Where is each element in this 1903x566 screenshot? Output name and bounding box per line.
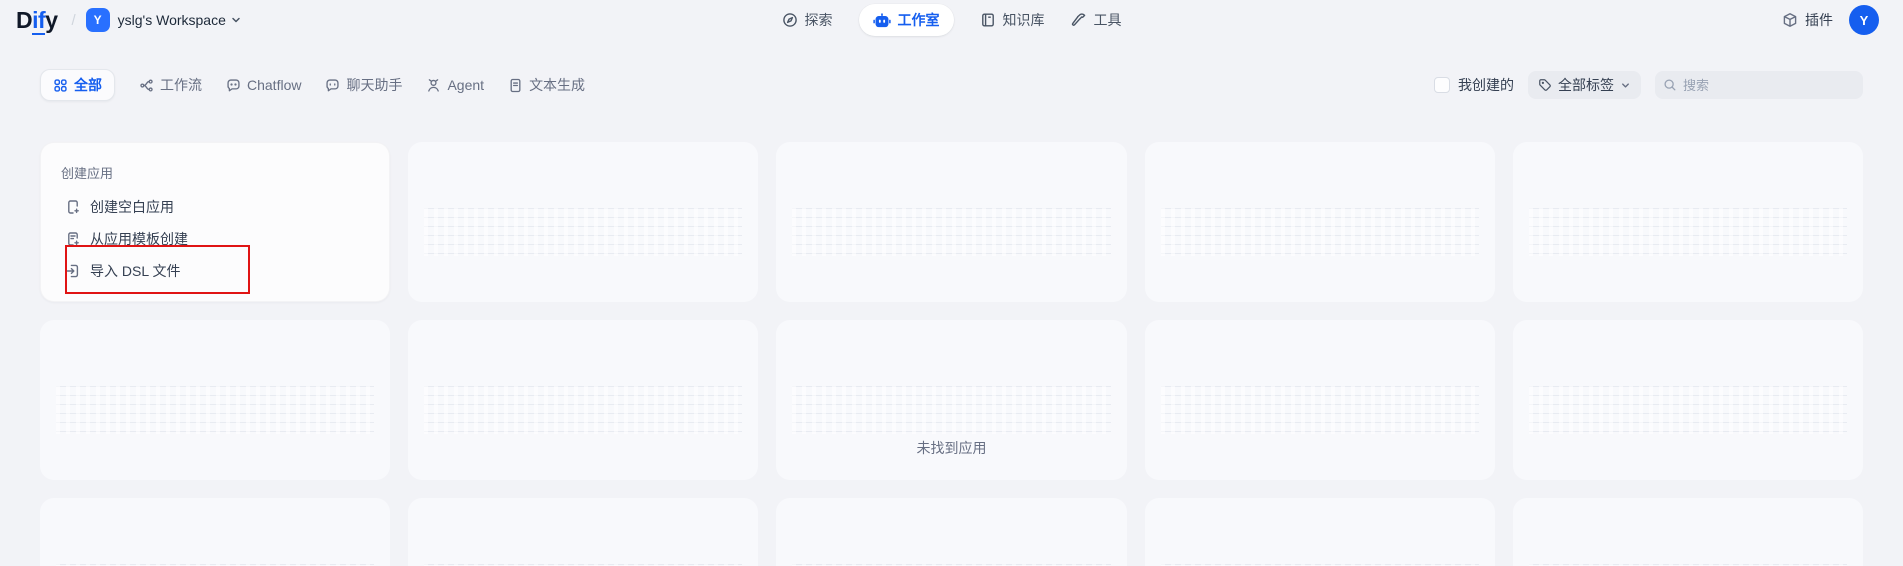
create-from-template-label: 从应用模板创建: [90, 229, 188, 249]
cube-icon: [1782, 12, 1798, 28]
user-avatar[interactable]: Y: [1849, 5, 1879, 35]
import-dsl-button[interactable]: 导入 DSL 文件: [61, 255, 371, 287]
workspace-avatar[interactable]: Y: [86, 8, 110, 32]
tags-filter-label: 全部标签: [1558, 75, 1614, 95]
document-icon: [508, 78, 523, 93]
tag-icon: [1538, 78, 1552, 92]
created-by-me-label: 我创建的: [1458, 75, 1514, 95]
tab-agent-label: Agent: [447, 77, 484, 93]
nav-explore-label: 探索: [805, 10, 833, 30]
tags-filter-dropdown[interactable]: 全部标签: [1528, 71, 1641, 99]
app-card-placeholder: [776, 142, 1126, 302]
tab-chat-assistant-label: 聊天助手: [346, 75, 402, 95]
search-input[interactable]: [1683, 78, 1855, 93]
create-blank-app-label: 创建空白应用: [90, 197, 174, 217]
app-card-placeholder: [1145, 142, 1495, 302]
nav-tools[interactable]: 工具: [1071, 10, 1122, 30]
main-nav: 探索 工作室 知识库 工具: [782, 0, 1122, 40]
workspace-name: yslg's Workspace: [118, 12, 226, 28]
app-card-placeholder: [408, 498, 758, 566]
tab-text-generation-label: 文本生成: [529, 75, 585, 95]
file-plus-icon: [65, 199, 81, 215]
app-type-tabs: 全部 工作流 Chatflow 聊天助手 Agent 文本生成: [40, 69, 585, 101]
nav-studio[interactable]: 工作室: [859, 4, 954, 36]
tab-text-generation[interactable]: 文本生成: [508, 75, 585, 95]
nav-knowledge[interactable]: 知识库: [980, 10, 1045, 30]
create-app-card: 创建应用 创建空白应用 从应用模板创建 导入 DSL 文件: [40, 142, 390, 302]
created-by-me-checkbox[interactable]: [1434, 77, 1450, 93]
tab-workflow[interactable]: 工作流: [139, 75, 202, 95]
app-grid: 创建应用 创建空白应用 从应用模板创建 导入 DSL 文件: [40, 142, 1863, 566]
app-card-placeholder: [1513, 498, 1863, 566]
empty-state-message: 未找到应用: [0, 438, 1903, 458]
grid-icon: [53, 78, 68, 93]
workspace-selector[interactable]: yslg's Workspace: [118, 12, 242, 28]
import-dsl-label: 导入 DSL 文件: [90, 261, 181, 281]
nav-knowledge-label: 知识库: [1003, 10, 1045, 30]
tab-all[interactable]: 全部: [40, 69, 115, 101]
logo-part-highlight: if: [32, 7, 45, 35]
search-box[interactable]: [1655, 71, 1863, 99]
plugins-button[interactable]: 插件: [1782, 10, 1833, 30]
nav-explore[interactable]: 探索: [782, 10, 833, 30]
agent-icon: [426, 78, 441, 93]
explore-icon: [782, 12, 798, 28]
nav-studio-label: 工作室: [898, 10, 940, 30]
right-filters: 我创建的 全部标签: [1434, 71, 1863, 99]
app-card-placeholder: [1145, 498, 1495, 566]
breadcrumb-separator: /: [71, 12, 75, 29]
top-header: Dify / Y yslg's Workspace 探索 工作室 知识库: [0, 0, 1903, 40]
workflow-icon: [139, 78, 154, 93]
brand-area: Dify / Y yslg's Workspace: [16, 8, 242, 32]
import-icon: [65, 263, 81, 279]
app-card-placeholder: [776, 498, 1126, 566]
chevron-down-icon: [1620, 80, 1631, 91]
logo-part-pre: D: [16, 7, 32, 33]
app-card-placeholder: [40, 498, 390, 566]
robot-icon: [873, 13, 891, 28]
tab-agent[interactable]: Agent: [426, 77, 484, 93]
logo-part-post: y: [45, 7, 57, 33]
header-right: 插件 Y: [1782, 5, 1879, 35]
create-actions: 创建空白应用 从应用模板创建 导入 DSL 文件: [61, 191, 371, 287]
nav-tools-label: 工具: [1094, 10, 1122, 30]
created-by-me-filter[interactable]: 我创建的: [1434, 75, 1514, 95]
filter-toolbar: 全部 工作流 Chatflow 聊天助手 Agent 文本生成 我创建的: [40, 70, 1863, 100]
tab-chatflow[interactable]: Chatflow: [226, 77, 301, 93]
tab-all-label: 全部: [74, 75, 102, 95]
app-card-placeholder: [408, 142, 758, 302]
plugins-label: 插件: [1805, 10, 1833, 30]
create-from-template-button[interactable]: 从应用模板创建: [61, 223, 371, 255]
book-icon: [980, 12, 996, 28]
tab-workflow-label: 工作流: [160, 75, 202, 95]
app-card-placeholder: [1513, 142, 1863, 302]
chat-bubble-icon: [226, 78, 241, 93]
create-app-title: 创建应用: [61, 165, 371, 183]
dify-logo[interactable]: Dify: [16, 9, 57, 32]
hammer-icon: [1071, 12, 1087, 28]
tab-chat-assistant[interactable]: 聊天助手: [325, 75, 402, 95]
search-icon: [1663, 78, 1677, 92]
create-blank-app-button[interactable]: 创建空白应用: [61, 191, 371, 223]
chevron-down-icon: [230, 14, 242, 26]
chat-assistant-icon: [325, 78, 340, 93]
template-plus-icon: [65, 231, 81, 247]
tab-chatflow-label: Chatflow: [247, 77, 301, 93]
